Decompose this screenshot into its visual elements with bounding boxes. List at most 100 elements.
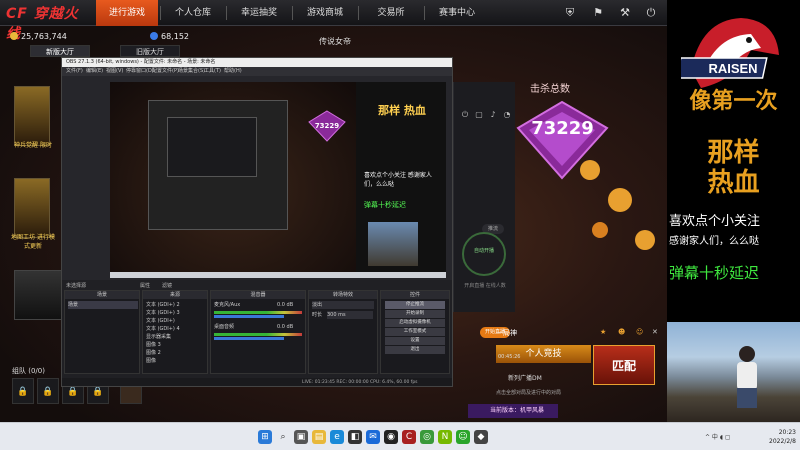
duration-input[interactable]: 300 ms [327,311,373,319]
exit-button[interactable]: 退出 [385,346,445,354]
source-item[interactable]: 图像 2 [146,349,161,357]
user-icon[interactable]: ☺ [636,328,646,338]
preview-game-capture: 73229 [110,82,356,278]
chat-icon[interactable]: ▢ [474,110,484,120]
nav-tab-inventory[interactable]: 个人仓库 [162,0,224,26]
taskbar-clock[interactable]: 20:23 2022/2/8 [762,428,796,446]
team-slot[interactable]: 🔒 [12,378,34,404]
menu-profile[interactable]: 配置文件(P) [152,67,179,76]
mask-icon[interactable]: ☻ [618,328,628,338]
team-logo-icon: RAISEN [681,18,779,88]
points-value: 68,152 [161,32,189,41]
obs-titlebar: OBS 27.1.3 (64-bit, windows) - 配置文件: 未命名… [62,58,452,67]
menu-tools[interactable]: 工具(T) [204,67,221,76]
system-tray[interactable]: ^ 中 ◖ ▢ [705,432,757,441]
obs-dock-area: 未选择源 属性 滤镜 场景 场景 来源 文本 (GDI+) 2 文本 (GDI+… [62,280,452,386]
mail-icon[interactable]: ✉ [366,430,380,444]
preview-banner-delay: 弹幕十秒延迟 [364,201,406,209]
match-button[interactable]: 匹配 [593,345,655,385]
store-icon[interactable]: ◧ [348,430,362,444]
source-item[interactable]: 文本 (GDI+) 4 [146,325,180,333]
power-icon[interactable]: ⏻ [460,110,470,120]
coin-icon [10,32,18,40]
bell-icon[interactable]: ♪ [488,110,498,120]
promo-card-1[interactable] [14,86,50,146]
settings-button[interactable]: 设置 [385,337,445,345]
start-recording-button[interactable]: 开始录制 [385,310,445,318]
preview-banner-subtext: 喜欢点个小关注 感谢家人们，么么哒 [364,172,432,188]
game-icon[interactable]: C [402,430,416,444]
taskview-icon[interactable]: ▣ [294,430,308,444]
menu-scene-collection[interactable]: 场景集合(S) [178,67,205,76]
person-image [737,346,757,408]
nav-tab-play[interactable]: 进行游戏 [96,0,158,26]
close-icon[interactable]: ✕ [652,328,662,338]
sources-dock: 来源 文本 (GDI+) 2 文本 (GDI+) 3 文本 (GDI+) 文本 … [142,290,208,374]
menu-view[interactable]: 视图(V) [106,67,123,76]
currency-bar: 25,763,744 68,152 [10,30,210,46]
overlay-follow-text: 喜欢点个小关注 [669,214,761,229]
stop-streaming-button[interactable]: 停止推流 [385,301,445,309]
lobby-broadcast: 新列广播DM [508,375,542,382]
scene-item[interactable]: 场景 [68,301,138,309]
kills-label: 击杀总数 [530,84,570,95]
source-item[interactable]: 文本 (GDI+) 2 [146,301,180,309]
lanterns-decoration [580,160,655,250]
nav-tab-events[interactable]: 赛事中心 [426,0,488,26]
nav-separator [358,6,359,20]
nav-tab-shop[interactable]: 游戏商城 [294,0,356,26]
menu-help[interactable]: 帮助(H) [224,67,242,76]
menu-file[interactable]: 文件(F) [66,67,83,76]
nav-separator [292,6,293,20]
transitions-dock: 转场特效 淡出 时长 300 ms [308,290,378,374]
promo-card-2[interactable] [14,178,50,238]
tab-new-lobby[interactable]: 新版大厅 [30,45,90,57]
lobby-hint[interactable]: 点击全部对局及进行中的对局 [496,389,561,396]
explorer-icon[interactable]: ▤ [312,430,326,444]
lobby-timer: 00:45:26 [498,354,521,360]
nav-tab-lottery[interactable]: 幸运抽奖 [228,0,290,26]
coin-balance: 25,763,744 [10,32,67,44]
weapon-card[interactable] [14,270,62,320]
obs-icon[interactable]: ◉ [384,430,398,444]
source-item[interactable]: 显示器采集 [146,333,171,341]
kills-value: 73229 [531,118,594,139]
auto-stream-button[interactable] [462,232,506,276]
clock-time: 20:23 [778,429,796,436]
volume-slider[interactable] [214,337,284,340]
obs-preview[interactable]: 73229 [110,82,356,278]
menu-docks[interactable]: 停靠窗口(D) [126,67,154,76]
windows-icon[interactable]: ⊞ [258,430,272,444]
dock-filters[interactable]: 滤镜 [162,282,172,289]
tab-old-lobby[interactable]: 旧版大厅 [120,45,180,57]
source-item[interactable]: 图像 3 [146,341,161,349]
wrench-icon[interactable]: ⚒ [617,5,633,21]
nvidia-icon[interactable]: N [438,430,452,444]
star-icon[interactable]: ★ [600,328,610,338]
wechat-icon[interactable]: ☺ [456,430,470,444]
chrome-icon[interactable]: ◎ [420,430,434,444]
source-item[interactable]: 文本 (GDI+) [146,317,175,325]
shield-icon[interactable]: ⛨ [562,5,578,21]
transition-select[interactable]: 淡出 [312,301,374,309]
player-title: 传说女帝 [319,37,351,46]
app-icon[interactable]: ◆ [474,430,488,444]
search-icon[interactable]: ⌕ [276,430,290,444]
source-item[interactable]: 文本 (GDI+) 3 [146,309,180,317]
dock-properties[interactable]: 属性 [140,282,150,289]
bell-icon[interactable]: ◔ [502,110,512,120]
studio-mode-button[interactable]: 工作室模式 [385,328,445,336]
team-slot[interactable]: 🔒 [37,378,59,404]
volume-slider[interactable] [214,315,284,318]
version-banner[interactable]: 当前版本：机甲风暴 [468,404,558,418]
auto-stream-label: 自动开播 [473,248,494,254]
preview-banner-text: 那样 热血 [378,104,426,117]
nav-tab-exchange[interactable]: 交易所 [360,0,422,26]
menu-edit[interactable]: 编辑(E) [86,67,103,76]
edge-icon[interactable]: e [330,430,344,444]
power-icon[interactable]: ⏻ [643,5,659,21]
virtual-camera-button[interactable]: 启动虚拟摄像机 [385,319,445,327]
source-item[interactable]: 图像 [146,357,156,365]
nested-kills-value: 73229 [314,122,340,130]
flag-icon[interactable]: ⚑ [590,5,606,21]
